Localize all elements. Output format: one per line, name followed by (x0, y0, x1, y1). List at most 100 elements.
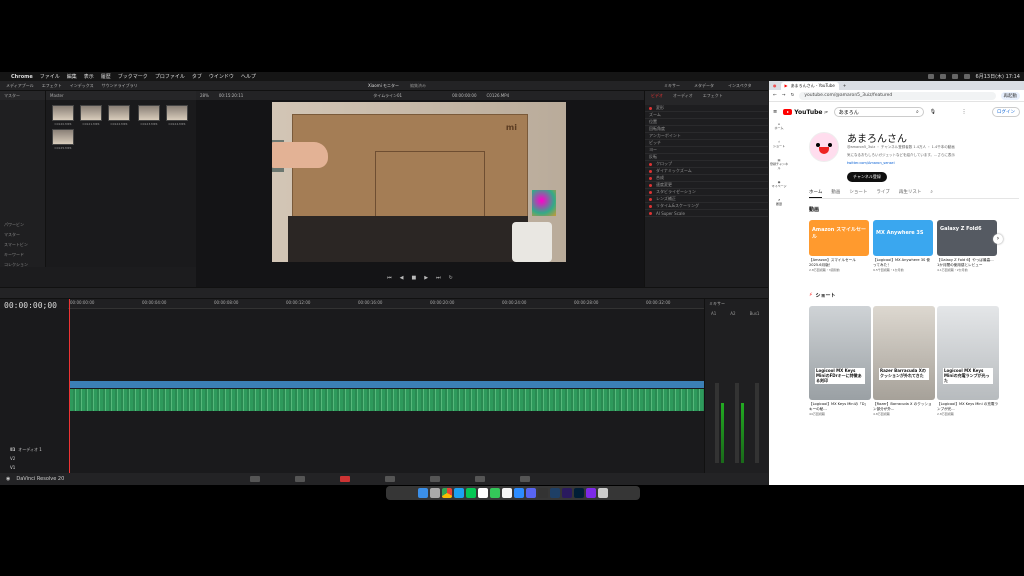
tab-home[interactable]: ホーム (809, 189, 823, 198)
clip-thumbnail[interactable] (80, 105, 102, 121)
inspector-field[interactable]: アンカーポイント (645, 133, 768, 140)
page-deliver[interactable] (520, 476, 530, 482)
menu-help[interactable]: ヘルプ (241, 73, 256, 80)
page-cut[interactable] (295, 476, 305, 482)
clip-thumbnail[interactable] (52, 129, 74, 145)
menu-view[interactable]: 表示 (84, 73, 94, 80)
index-button[interactable]: インデックス (70, 83, 94, 89)
premiere-icon[interactable] (562, 488, 572, 498)
menu-history[interactable]: 履歴 (101, 73, 111, 80)
smart-bins-label[interactable]: スマートビン (0, 240, 45, 250)
audio-clip[interactable] (70, 389, 704, 411)
video-card[interactable]: Galaxy Z Fold6 【Galaxy Z Fold 6】やっぱ最高...… (937, 220, 997, 272)
discord-icon[interactable] (526, 488, 536, 498)
new-tab-icon[interactable]: + (843, 83, 846, 88)
sidebar-item-shorts[interactable]: ⚡ ショート (769, 140, 789, 148)
trash-icon[interactable] (598, 488, 608, 498)
messages-icon[interactable] (490, 488, 500, 498)
finder-icon[interactable] (418, 488, 428, 498)
tab-audio[interactable]: オーディオ (673, 93, 693, 103)
window-controls[interactable]: ● (773, 83, 777, 88)
video-title[interactable]: 【Amazon】スマイルセール 2025.6月版！ (809, 258, 869, 267)
smart-bin-keyword[interactable]: キーワード (0, 250, 45, 260)
youtube-logo[interactable]: YouTube JP (783, 109, 828, 116)
track-header[interactable]: A1 オーディオ 1 (0, 445, 68, 454)
zoom-icon[interactable] (514, 488, 524, 498)
short-title[interactable]: 【Logicool】MX Keys Miniの「D」キーの秘... (809, 402, 871, 411)
page-media[interactable] (250, 476, 260, 482)
short-title[interactable]: 【Logicool】MX Keys Mini の充電ランプが光... (937, 402, 999, 411)
page-fairlight[interactable] (475, 476, 485, 482)
davinci-icon[interactable] (538, 488, 548, 498)
next-arrow-icon[interactable]: › (993, 234, 1003, 244)
video-thumbnail[interactable]: Amazon スマイルセール (809, 220, 869, 256)
safari-icon[interactable] (454, 488, 464, 498)
video-title[interactable]: 【Logicool】MX Anywhere 3S 使ってみた！ (873, 258, 933, 267)
status-icon[interactable] (939, 74, 946, 79)
clip-thumbnail[interactable] (52, 105, 74, 121)
video-card[interactable]: Amazon スマイルセール 【Amazon】スマイルセール 2025.6月版！… (809, 220, 869, 272)
browser-tab[interactable]: ▶ あまろんさん - YouTube (780, 81, 839, 90)
rewind-icon[interactable]: ⏮ (387, 275, 392, 281)
inspector-field[interactable]: 反転 (645, 154, 768, 161)
subscribe-button[interactable]: チャンネル登録 (847, 172, 887, 182)
launchpad-icon[interactable] (430, 488, 440, 498)
page-color[interactable] (430, 476, 440, 482)
inspector-section[interactable]: 合成 (645, 175, 768, 182)
mic-icon[interactable]: 🎙 (930, 109, 936, 115)
clock[interactable]: 6月13日(木) 17:14 (976, 73, 1020, 80)
clip-thumbnail[interactable] (138, 105, 160, 121)
timeline-name[interactable]: タイムライン01 (373, 93, 402, 99)
inspector-field[interactable]: ヨー (645, 147, 768, 154)
metadata-button[interactable]: メタデータ (694, 83, 714, 89)
inspector-field[interactable]: ズーム (645, 112, 768, 119)
timeline-ruler[interactable]: 00:00:00:00 00:00:04:00 00:00:08:00 00:0… (68, 299, 704, 309)
chrome-icon[interactable] (442, 488, 452, 498)
clip-thumbnail[interactable] (166, 105, 188, 121)
section-title-shorts[interactable]: ⚡ ショート (809, 292, 836, 299)
tab-effects[interactable]: エフェクト (703, 93, 723, 103)
menu-file[interactable]: ファイル (40, 73, 60, 80)
line-icon[interactable] (466, 488, 476, 498)
power-bins-label[interactable]: パワービン (0, 220, 45, 230)
search-icon[interactable]: ⌕ (916, 109, 919, 115)
sidebar-item-home[interactable]: ⌂ ホーム (769, 122, 789, 130)
forward-icon[interactable]: ⏭ (436, 275, 441, 281)
menu-tab[interactable]: タブ (192, 73, 202, 80)
notion-icon[interactable] (478, 488, 488, 498)
battery-icon[interactable] (963, 74, 970, 79)
tab-video[interactable]: ビデオ (651, 93, 663, 103)
media-pool-button[interactable]: メディアプール (6, 83, 34, 89)
menu-profile[interactable]: プロファイル (155, 73, 185, 80)
sidebar-item-history[interactable]: ↺ 履歴 (769, 198, 789, 206)
loop-icon[interactable]: ↻ (449, 275, 453, 281)
restart-button[interactable]: 再起動 (1000, 91, 1020, 100)
inspector-field[interactable]: ピッチ (645, 140, 768, 147)
tab-live[interactable]: ライブ (876, 189, 890, 198)
menu-window[interactable]: ウインドウ (209, 73, 234, 80)
inspector-section[interactable]: AI Super Scale (645, 210, 768, 217)
video-thumbnail[interactable]: MX Anywhere 3S (873, 220, 933, 256)
inspector-section[interactable]: スタビライゼーション (645, 189, 768, 196)
play-icon[interactable]: ▶ (424, 275, 428, 281)
inspector-button[interactable]: インスペクタ (728, 83, 751, 89)
smart-bin-collection[interactable]: コレクション (0, 260, 45, 270)
fader-a2[interactable] (735, 383, 739, 463)
short-title[interactable]: 【Razer】Barracuda X のクッション部分が外... (873, 402, 935, 411)
video-frame[interactable]: mi (272, 102, 566, 262)
lightroom-icon[interactable] (550, 488, 560, 498)
page-edit[interactable] (340, 476, 350, 482)
track-header[interactable]: V2 (0, 454, 68, 463)
address-bar[interactable]: youtube.com/@amaron5_3uiz/featured (799, 91, 996, 100)
master-bin[interactable]: マスター (0, 230, 45, 240)
channel-description[interactable]: 気になるおもしろいガジェットなどを紹介しています。...さらに表示 (847, 153, 1007, 158)
more-icon[interactable]: ⋮ (962, 109, 967, 115)
section-title-videos[interactable]: 動画 (809, 206, 819, 213)
fader-a1[interactable] (715, 383, 719, 463)
track-header[interactable]: V1 (0, 463, 68, 472)
inspector-section[interactable]: ダイナミックズーム (645, 168, 768, 175)
inspector-section[interactable]: リタイム&スケーリング (645, 203, 768, 210)
video-thumbnail[interactable]: Galaxy Z Fold6 (937, 220, 997, 256)
inspector-field[interactable]: 回転角度 (645, 126, 768, 133)
hamburger-icon[interactable]: ≡ (773, 109, 777, 115)
